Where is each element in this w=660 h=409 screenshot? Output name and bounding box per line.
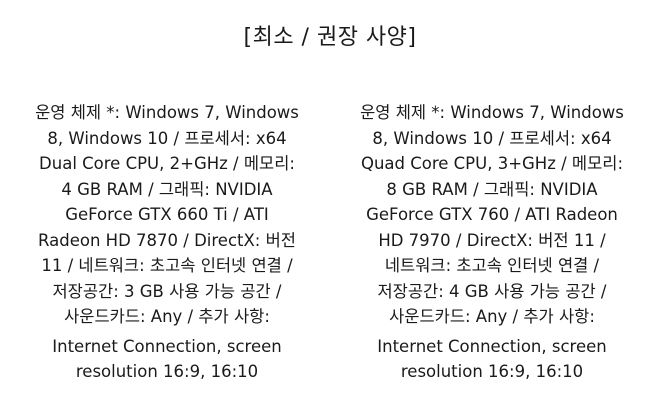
spec-line: Internet Connection, screen [377, 336, 607, 356]
spec-line: GeForce GTX 760 / ATI Radeon [366, 205, 618, 224]
page-title: [최소 / 권장 사양] [243, 25, 417, 50]
spec-line: resolution 16:9, 16:10 [400, 362, 584, 381]
spec-line: 8 GB RAM / 그래픽: NVIDIA [386, 179, 598, 199]
spec-line: 운영 체제 *: Windows 7, Windows [360, 103, 624, 122]
recommended-specs: 운영 체제 *: Windows 7, Windows 8, Windows 1… [342, 100, 642, 385]
spec-line: 저장공간: 4 GB 사용 가능 공간 / [377, 281, 607, 301]
spec-line: 운영 체제 *: Windows 7, Windows [35, 103, 299, 122]
spec-line: 8, Windows 10 / 프로세서: x64 [372, 128, 612, 148]
spec-line: HD 7970 / DirectX: 버전 11 / [378, 230, 606, 250]
spec-line: 11 / 네트워크: 초고속 인터넷 연결 / [41, 256, 293, 275]
spec-line: 저장공간: 3 GB 사용 가능 공간 / [52, 281, 282, 301]
spec-line: Dual Core CPU, 2+GHz / 메모리: [39, 154, 295, 173]
spec-line: GeForce GTX 660 Ti / ATI [65, 205, 269, 224]
spec-line: resolution 16:9, 16:10 [75, 362, 259, 381]
spec-line: 사운드카드: Any / 추가 사항: [64, 307, 270, 326]
minimum-specs: 운영 체제 *: Windows 7, Windows 8, Windows 1… [17, 100, 317, 385]
spec-line: Quad Core CPU, 3+GHz / 메모리: [360, 154, 624, 173]
spec-line: Internet Connection, screen [52, 336, 282, 356]
spec-line: 사운드카드: Any / 추가 사항: [389, 307, 595, 326]
spec-line: Radeon HD 7870 / DirectX: 버전 [38, 230, 296, 250]
spec-line: 네트워크: 초고속 인터넷 연결 / [384, 256, 600, 275]
spec-line: 4 GB RAM / 그래픽: NVIDIA [61, 179, 273, 199]
spec-line: 8, Windows 10 / 프로세서: x64 [47, 128, 287, 148]
